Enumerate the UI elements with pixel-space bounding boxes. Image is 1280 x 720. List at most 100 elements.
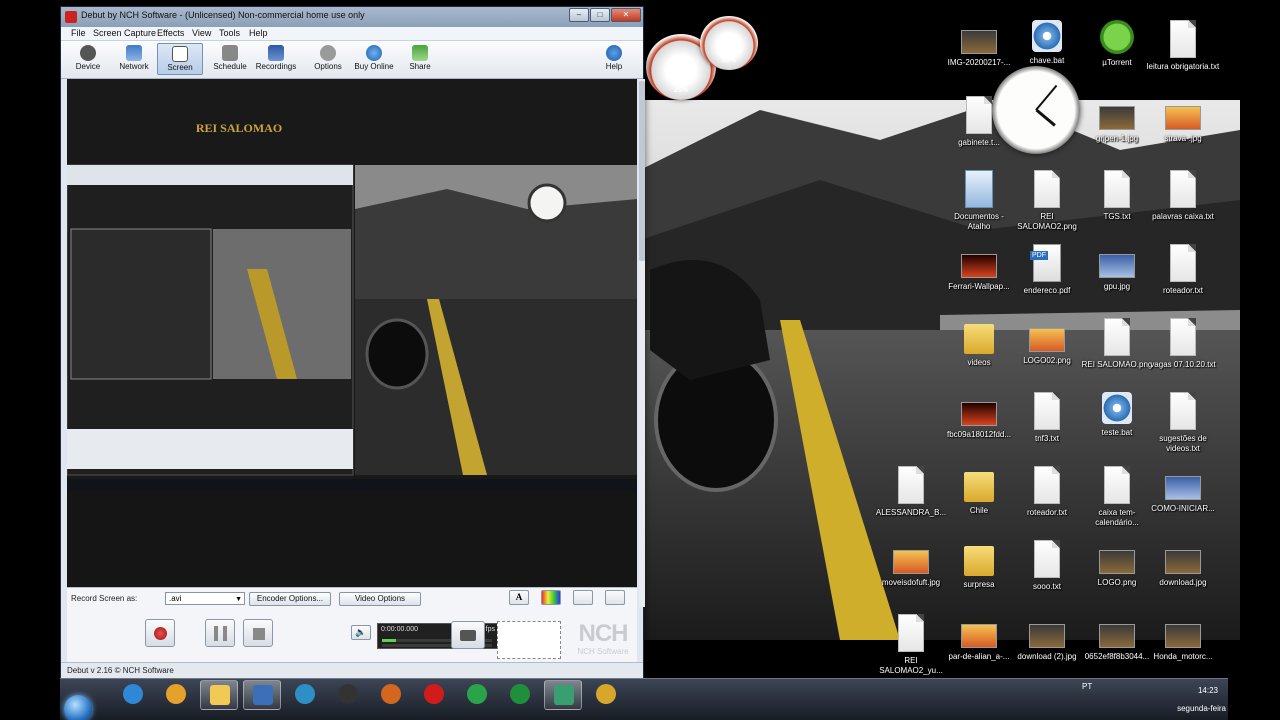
menu-file[interactable]: File [71, 28, 86, 38]
desktop-icon[interactable]: caixa tem-calendário... [1080, 466, 1154, 528]
help-button[interactable]: Help [591, 43, 637, 75]
desktop-icon[interactable]: TGS.txt [1080, 170, 1154, 222]
desktop-icon[interactable]: roteador.txt [1146, 244, 1220, 296]
snapshot-thumbnail [497, 621, 561, 659]
desktop-icon[interactable]: palavras caixa.txt [1146, 170, 1220, 222]
gear-icon [1032, 20, 1062, 52]
taskbar-button[interactable] [501, 680, 539, 710]
taskbar-button[interactable] [544, 680, 582, 710]
desktop-icon[interactable]: vagas 07.10.20.txt [1146, 318, 1220, 370]
record-button[interactable] [145, 619, 175, 647]
desktop-icon[interactable]: IMG-20200217-... [942, 20, 1016, 68]
desktop-icon[interactable]: surpresa [942, 540, 1016, 590]
taskbar-button[interactable] [157, 680, 195, 710]
menu-tools[interactable]: Tools [219, 28, 240, 38]
taskbar-button[interactable] [286, 680, 324, 710]
desktop-icon[interactable]: tnf3.txt [1010, 392, 1084, 444]
desktop-icon[interactable]: sooo.txt [1010, 540, 1084, 592]
tray-clock-time[interactable]: 14:23 [1198, 686, 1218, 695]
close-button[interactable]: ✕ [611, 8, 641, 22]
desktop-icon[interactable]: Honda_motorc... [1146, 614, 1220, 662]
desktop-icon[interactable]: µTorrent [1080, 20, 1154, 68]
taskbar-button[interactable] [458, 680, 496, 710]
memory-gauge-gadget[interactable]: 85% [700, 16, 758, 70]
taskbar-button[interactable] [200, 680, 238, 710]
desktop-icon[interactable]: gpu.jpg [1080, 244, 1154, 292]
desktop-icon-label: fbc09a18012fdd... [946, 430, 1012, 439]
desktop-icon[interactable]: LOGO02.png [1010, 318, 1084, 366]
img-icon [893, 550, 929, 574]
menu-effects[interactable]: Effects [157, 28, 184, 38]
start-button[interactable] [64, 695, 92, 720]
desktop-icon[interactable]: endereco.pdf [1010, 244, 1084, 296]
format-select[interactable]: .avi ▼ [165, 592, 245, 605]
snapshot-button[interactable] [451, 621, 485, 649]
taskbar-button[interactable] [114, 680, 152, 710]
tray-clock-day[interactable]: segunda-feira [1177, 704, 1226, 713]
doc-icon [1170, 318, 1196, 356]
desktop-icon[interactable]: REI SALOMAO.png [1080, 318, 1154, 370]
desktop-icon[interactable]: LOGO.png [1080, 540, 1154, 588]
scrollbar-thumb[interactable] [639, 81, 645, 261]
pause-button[interactable] [205, 619, 235, 647]
desktop-icon[interactable]: videos [942, 318, 1016, 368]
desktop-icon[interactable]: sugestões de videos.txt [1146, 392, 1220, 454]
desktop-icon[interactable]: teste.bat [1080, 392, 1154, 438]
preview-scrollbar[interactable] [639, 79, 645, 607]
video-options-button[interactable]: Video Options [339, 592, 421, 606]
screen-button[interactable]: Screen [157, 43, 203, 75]
desktop-icon[interactable]: gripen-1.jpg [1080, 96, 1154, 144]
desktop-icon[interactable]: ALESSANDRA_B... [874, 466, 948, 518]
color-adjust-icon[interactable] [541, 590, 561, 605]
minimize-button[interactable]: – [569, 8, 589, 22]
schedule-button[interactable]: Schedule [207, 43, 253, 75]
device-button[interactable]: Device [65, 43, 111, 75]
desktop-icon[interactable]: COMO-INICIAR... [1146, 466, 1220, 514]
text-overlay-icon[interactable]: A [509, 590, 529, 605]
options-button[interactable]: Options [305, 43, 351, 75]
network-button[interactable]: Network [111, 43, 157, 75]
taskbar-button[interactable] [243, 680, 281, 710]
desktop-icon[interactable]: REI SALOMAO2.png [1010, 170, 1084, 232]
taskbar-button[interactable] [372, 680, 410, 710]
menu-view[interactable]: View [192, 28, 211, 38]
desktop-icon[interactable]: 0652ef8f8b3044... [1080, 614, 1154, 662]
desktop-icon[interactable]: strava-.jpg [1146, 96, 1220, 144]
desktop-icon[interactable]: moveisdofuft.jpg [874, 540, 948, 588]
title-bar[interactable]: Debut by NCH Software - (Unlicensed) Non… [61, 7, 643, 27]
recordings-button[interactable]: Recordings [253, 43, 299, 75]
taskbar-button[interactable] [415, 680, 453, 710]
desktop-icon[interactable]: REI SALOMAO2_yu... [874, 614, 948, 676]
desktop-icon-label: strava-.jpg [1164, 134, 1202, 143]
taskbar-button[interactable] [329, 680, 367, 710]
language-indicator[interactable]: PT [1082, 682, 1092, 691]
speaker-icon[interactable]: 🔈 [351, 625, 371, 640]
encoder-options-button[interactable]: Encoder Options... [249, 592, 331, 606]
menu-screen-capture[interactable]: Screen Capture [93, 28, 156, 38]
desktop-icon-label: leitura obrigatoria.txt [1146, 62, 1220, 71]
desktop-icon[interactable]: download (2).jpg [1010, 614, 1084, 662]
maximize-button[interactable]: □ [590, 8, 610, 22]
desktop-icon-label: REI SALOMAO2.png [1017, 212, 1077, 231]
desktop-icon[interactable]: Chile [942, 466, 1016, 516]
pause-icon [214, 626, 227, 641]
debut-window[interactable]: Debut by NCH Software - (Unlicensed) Non… [60, 6, 645, 678]
stop-button[interactable] [243, 619, 273, 647]
desktop-icon[interactable]: roteador.txt [1010, 466, 1084, 518]
desktop-icon[interactable]: fbc09a18012fdd... [942, 392, 1016, 440]
select-region-icon[interactable] [605, 590, 625, 605]
desktop-icon[interactable]: gabinete.t... [942, 96, 1016, 148]
taskbar-button[interactable] [587, 680, 625, 710]
folder-icon [964, 546, 994, 576]
share-button[interactable]: Share [397, 43, 443, 75]
menu-help[interactable]: Help [249, 28, 268, 38]
desktop-icon[interactable]: chave.bat [1010, 20, 1084, 66]
clipboard-icon [381, 684, 401, 704]
desktop-icon[interactable]: download.jpg [1146, 540, 1220, 588]
desktop-icon[interactable]: Ferrari-Wallpap... [942, 244, 1016, 292]
desktop-icon[interactable]: Documentos - Atalho [942, 170, 1016, 232]
desktop-icon[interactable]: leitura obrigatoria.txt [1146, 20, 1220, 72]
desktop-icon[interactable]: par-de-alian_a-... [942, 614, 1016, 662]
caption-icon[interactable] [573, 590, 593, 605]
buy-online-button[interactable]: Buy Online [351, 43, 397, 75]
